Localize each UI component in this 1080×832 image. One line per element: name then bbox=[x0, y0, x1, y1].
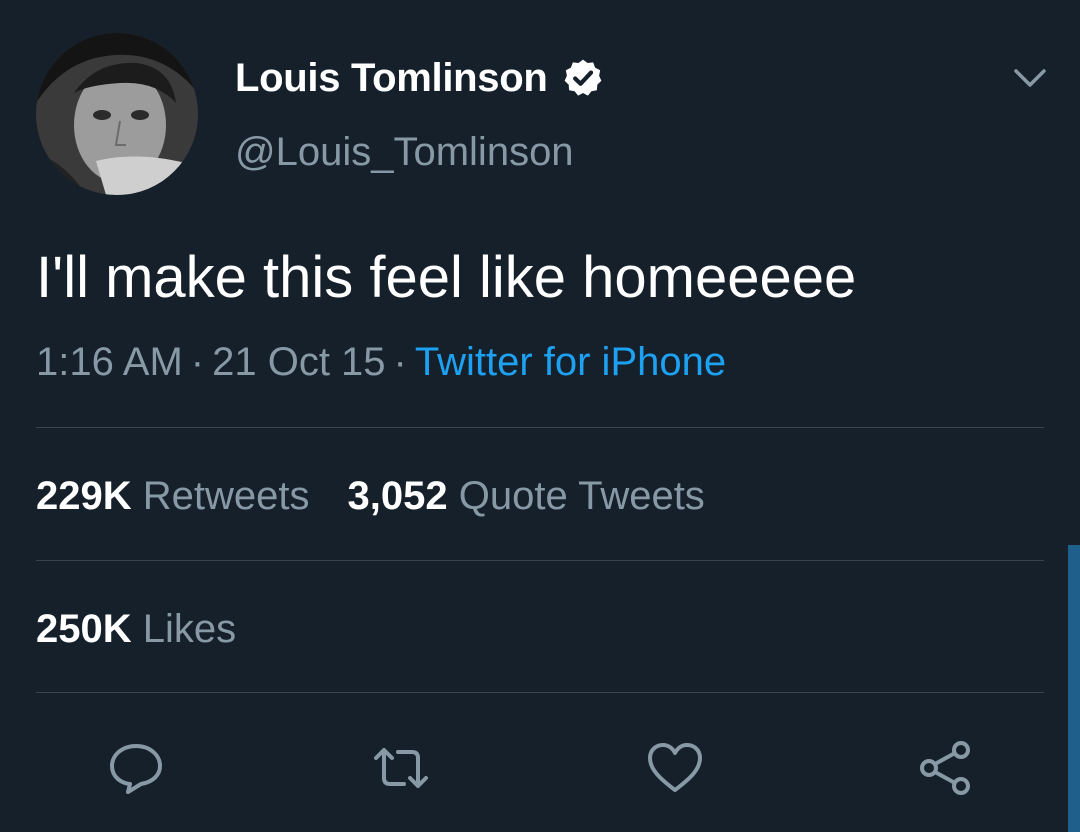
likes-count: 250K bbox=[36, 607, 132, 651]
quote-tweets-count: 3,052 bbox=[347, 474, 448, 518]
quote-tweets-label: Quote Tweets bbox=[458, 474, 705, 518]
author-handle[interactable]: @Louis_Tomlinson bbox=[235, 130, 574, 175]
divider bbox=[36, 560, 1044, 561]
scrollbar[interactable] bbox=[1068, 545, 1080, 832]
tweet-text: I'll make this feel like homeeeee bbox=[36, 245, 857, 310]
tweet-date: 21 Oct 15 bbox=[212, 340, 386, 384]
avatar[interactable] bbox=[36, 33, 198, 195]
display-name[interactable]: Louis Tomlinson bbox=[235, 56, 548, 101]
avatar-image bbox=[36, 33, 198, 195]
likes-label: Likes bbox=[142, 607, 237, 651]
engagement-stats: 229K Retweets 3,052 Quote Tweets bbox=[36, 474, 705, 519]
likes-stat[interactable]: 250K Likes bbox=[36, 607, 236, 652]
retweets-label: Retweets bbox=[142, 474, 310, 518]
retweets-count: 229K bbox=[36, 474, 132, 518]
divider bbox=[36, 692, 1044, 693]
divider bbox=[36, 427, 1044, 428]
tweet-time: 1:16 AM bbox=[36, 340, 183, 384]
meta-separator: · bbox=[393, 340, 407, 384]
meta-separator: · bbox=[190, 340, 205, 384]
author-name-row: Louis Tomlinson bbox=[235, 52, 604, 104]
chevron-down-icon[interactable] bbox=[1010, 58, 1050, 98]
tweet-meta: 1:16 AM · 21 Oct 15 · Twitter for iPhone bbox=[36, 340, 726, 385]
verified-badge-icon bbox=[564, 59, 601, 96]
retweets-stat[interactable]: 229K Retweets bbox=[36, 474, 310, 518]
like-icon[interactable] bbox=[645, 738, 705, 798]
retweet-icon[interactable] bbox=[371, 738, 431, 798]
reply-icon[interactable] bbox=[106, 738, 166, 798]
share-icon[interactable] bbox=[915, 738, 975, 798]
quote-tweets-stat[interactable]: 3,052 Quote Tweets bbox=[348, 474, 705, 518]
tweet-source-link[interactable]: Twitter for iPhone bbox=[415, 340, 726, 384]
